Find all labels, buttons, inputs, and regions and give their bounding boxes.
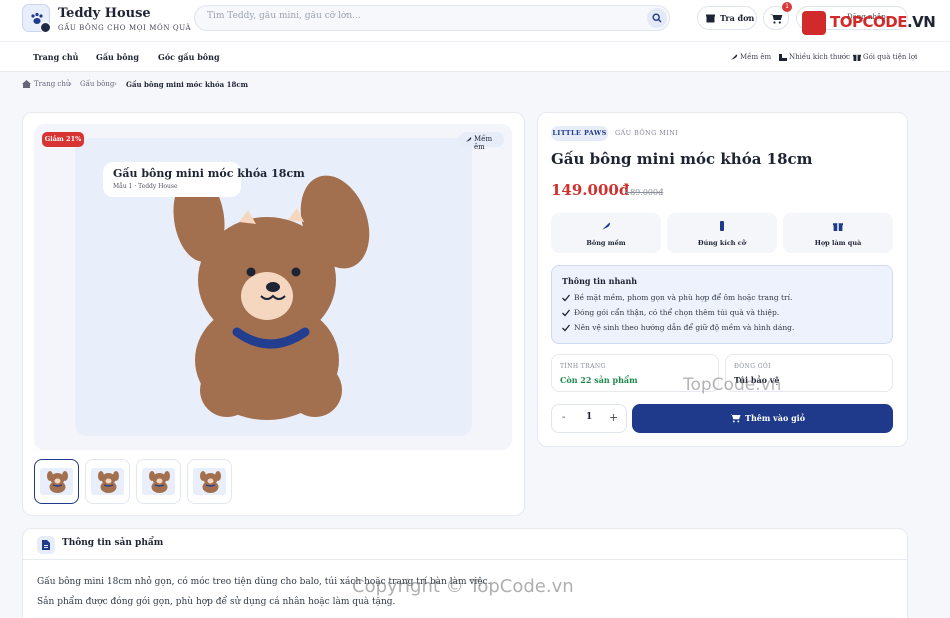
discount-badge: Giảm 21% [42,132,84,147]
image-label-card: Gấu bông mini móc khóa 18cm Mẫu 1 · Tedd… [103,162,305,197]
ruler-icon [779,54,787,61]
image-label-subtitle: Mẫu 1 · Teddy House [113,183,178,190]
cart-icon [730,414,741,423]
quick-info-text: Đóng gói cẩn thận, có thể chọn thêm túi … [574,308,780,317]
product-title: Gấu bông mini móc khóa 18cm [551,150,813,168]
feature-size: Đúng kích cỡ [667,213,777,253]
thumbnail-2[interactable] [85,459,130,504]
ruler-icon [720,221,724,231]
chevron-right-icon: › [114,80,117,88]
site-header: Teddy House GẤU BÔNG CHO MỌI MÓN QUÀ Tra… [0,0,950,42]
chevron-right-icon: › [69,80,72,88]
soft-chip: Mềm êm [459,132,504,151]
search-input[interactable] [207,11,627,21]
watermark-bottom: Copyright © TopCode.vn [352,576,574,597]
home-icon [22,80,31,88]
add-to-cart-label: Thêm vào giỏ [745,413,806,423]
quick-info-text: Nên vệ sinh theo hướng dẫn để giữ độ mềm… [574,323,795,332]
description-title[interactable]: Thông tin sản phẩm [62,538,163,548]
feather-icon [731,54,738,60]
quantity-increase-button[interactable]: + [609,411,618,424]
check-icon [562,309,570,317]
soft-chip-label: Mềm êm [474,135,493,151]
gift-icon [853,54,861,61]
quantity-stepper: - 1 + [551,404,627,433]
nav-feature-soft-label: Mềm êm [740,53,772,61]
quantity-decrease-button[interactable]: - [562,412,565,423]
watermark-suffix: .VN [906,13,936,31]
feature-gift-label: Hợp làm quà [814,239,862,247]
track-order-button[interactable]: Tra đơn [697,6,757,30]
nav-feature-gift-label: Gói quà tiện lợi [863,53,918,61]
box-icon [706,14,715,23]
teddy-thumb-icon [200,471,221,493]
nav-feature-sizes-label: Nhiều kích thước [789,53,851,61]
cart-icon [770,14,783,24]
description-line: Sản phẩm được đóng gói gọn, phù hợp để s… [37,597,396,607]
teddy-thumb-icon [98,471,119,493]
nav-item-home[interactable]: Trang chủ [33,52,78,62]
main-nav: Trang chủ Gấu bông Góc gấu bông Mềm êm N… [0,42,950,72]
stock-status-value: Còn 22 sản phẩm [560,375,638,385]
feather-icon [602,222,610,230]
nav-item-corner[interactable]: Góc gấu bông [158,52,220,62]
add-to-cart-button[interactable]: Thêm vào giỏ [632,404,893,433]
search-button[interactable] [647,8,667,28]
cart-count-badge: 1 [782,2,792,12]
quick-info-text: Bề mặt mềm, phom gọn và phù hợp để ôm ho… [574,293,793,302]
brand-chip[interactable]: LITTLE PAWS [551,126,608,141]
divider [23,559,907,560]
search-icon [652,13,662,23]
heart-badge-icon [40,22,51,33]
breadcrumb-current: Gấu bông mini móc khóa 18cm [126,80,249,89]
breadcrumb-home[interactable]: Trang chủ [34,80,70,88]
feature-size-label: Đúng kích cỡ [697,239,747,247]
teddy-bear-illustration [173,174,370,420]
old-price: 189.000đ [625,188,664,197]
search-bar [194,5,670,31]
brand-name[interactable]: Teddy House [58,6,151,21]
stock-status-label: TÌNH TRẠNG [560,363,606,370]
product-price: 149.000đ [551,181,630,199]
brand-tagline: GẤU BÔNG CHO MỌI MÓN QUÀ [58,24,192,32]
quick-info-box: Thông tin nhanh Bề mặt mềm, phom gọn và … [551,265,893,344]
thumbnail-3[interactable] [136,459,181,504]
teddy-thumb-icon [149,471,170,493]
packing-label: ĐÓNG GÓI [734,363,771,370]
category-label: GẤU BÔNG MINI [615,129,679,137]
teddy-thumb-icon [47,471,68,493]
gift-icon [833,223,843,231]
feather-icon [465,137,472,143]
feature-soft: Bông mềm [551,213,661,253]
watermark-middle: TopCode.vn [683,375,782,395]
track-order-label: Tra đơn [720,13,755,23]
thumbnail-4[interactable] [187,459,232,504]
quantity-value[interactable]: 1 [586,412,592,422]
topcode-watermark-logo: TOPCODE.VN [802,10,936,36]
breadcrumb-category[interactable]: Gấu bông [80,80,114,88]
quick-info-title: Thông tin nhanh [562,276,638,286]
document-icon [37,536,55,554]
check-icon [562,294,570,302]
nav-item-teddy[interactable]: Gấu bông [96,52,139,62]
check-icon [562,324,570,332]
watermark-text: TOPCODE [830,13,907,31]
feature-soft-label: Bông mềm [586,239,626,247]
thumbnail-1[interactable] [34,459,79,504]
feature-gift: Hợp làm quà [783,213,893,253]
image-label-title: Gấu bông mini móc khóa 18cm [113,167,305,180]
